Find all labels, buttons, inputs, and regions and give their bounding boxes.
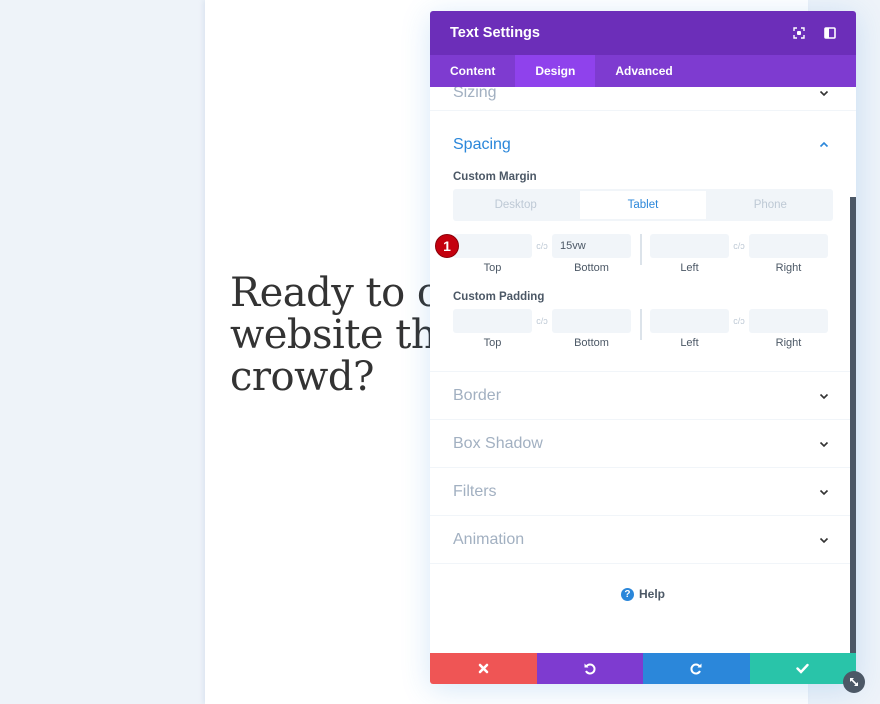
modal-footer [430, 653, 856, 684]
chevron-down-icon [819, 90, 829, 96]
section-box-shadow[interactable]: Box Shadow [430, 420, 856, 468]
section-title: Filters [453, 482, 497, 500]
undo-icon [584, 663, 596, 675]
help-label: Help [638, 587, 665, 601]
padding-left-field: Left [650, 309, 729, 349]
field-label: Top [483, 337, 502, 349]
field-label: Bottom [574, 262, 609, 274]
help-link[interactable]: ? Help [430, 587, 856, 601]
field-label: Left [680, 262, 699, 274]
field-label: Top [483, 262, 502, 274]
margin-bottom-input[interactable] [552, 234, 631, 258]
margin-right-field: Right [749, 234, 828, 274]
section-sizing[interactable]: Sizing [430, 87, 856, 111]
modal-title: Text Settings [450, 25, 540, 41]
resize-handle[interactable] [843, 671, 865, 693]
field-label: Left [680, 337, 699, 349]
padding-left-input[interactable] [650, 309, 729, 333]
link-icon[interactable]: c/ↄ [532, 309, 552, 333]
split-view-icon[interactable] [824, 27, 836, 39]
tab-content[interactable]: Content [430, 55, 515, 87]
field-label: Right [775, 337, 802, 349]
device-tabs: Desktop Tablet Phone [453, 189, 833, 221]
section-title: Animation [453, 530, 525, 548]
device-tab-desktop[interactable]: Desktop [453, 189, 578, 221]
padding-row: Top c/ↄ Bottom Left c/ↄ Right [453, 309, 833, 349]
device-tab-tablet[interactable]: Tablet [578, 189, 708, 221]
step-badge: 1 [435, 234, 459, 258]
chevron-down-icon [819, 537, 829, 543]
custom-margin-label: Custom Margin [453, 171, 537, 183]
chevron-down-icon [819, 441, 829, 447]
link-icon[interactable]: c/ↄ [729, 309, 749, 333]
settings-body: Sizing Spacing Custom Margin Desktop Tab… [430, 87, 856, 653]
padding-bottom-input[interactable] [552, 309, 631, 333]
margin-left-field: Left [650, 234, 729, 274]
field-label: Right [775, 262, 802, 274]
modal-tabs: Content Design Advanced [430, 55, 856, 87]
margin-right-input[interactable] [749, 234, 828, 258]
modal-header[interactable]: Text Settings [430, 11, 856, 55]
section-filters[interactable]: Filters [430, 468, 856, 516]
divider [640, 309, 642, 340]
link-icon[interactable]: c/ↄ [532, 234, 552, 258]
section-title: Box Shadow [453, 434, 543, 452]
checkmark-icon [796, 663, 809, 674]
padding-top-field: Top [453, 309, 532, 349]
padding-right-input[interactable] [749, 309, 828, 333]
chevron-down-icon [819, 489, 829, 495]
chevron-down-icon [819, 393, 829, 399]
help-icon: ? [620, 587, 634, 601]
tab-design[interactable]: Design [515, 55, 596, 87]
headline-text[interactable]: Ready to cr website tha crowd? [230, 272, 460, 398]
section-border[interactable]: Border [430, 372, 856, 420]
margin-top-field: Top [453, 234, 532, 274]
close-icon [478, 663, 489, 674]
divider [640, 234, 642, 265]
focus-mode-icon[interactable] [793, 27, 805, 39]
device-tab-phone[interactable]: Phone [708, 189, 833, 221]
section-title: Border [453, 386, 502, 404]
text-settings-modal: Text Settings Content Design Advanced Si… [430, 11, 856, 684]
padding-right-field: Right [749, 309, 828, 349]
cancel-button[interactable] [430, 653, 537, 684]
save-button[interactable] [749, 653, 856, 684]
margin-row: 1 Top c/ↄ Bottom Left [435, 234, 833, 274]
custom-padding-label: Custom Padding [453, 291, 545, 303]
padding-bottom-field: Bottom [552, 309, 631, 349]
link-icon[interactable]: c/ↄ [729, 234, 749, 258]
tab-advanced[interactable]: Advanced [595, 55, 692, 87]
scrollbar[interactable] [850, 197, 856, 653]
redo-icon [690, 663, 702, 675]
margin-top-input[interactable] [453, 234, 532, 258]
redo-button[interactable] [643, 653, 750, 684]
field-label: Bottom [574, 337, 609, 349]
margin-left-input[interactable] [650, 234, 729, 258]
margin-bottom-field: Bottom [552, 234, 631, 274]
resize-icon [849, 677, 859, 687]
section-spacing[interactable]: Spacing [430, 111, 856, 171]
section-title: Sizing [453, 87, 497, 101]
chevron-up-icon [819, 141, 829, 148]
padding-top-input[interactable] [453, 309, 532, 333]
section-title: Spacing [453, 136, 511, 153]
spacing-panel: Custom Margin Desktop Tablet Phone 1 Top… [430, 171, 856, 372]
undo-button[interactable] [536, 653, 643, 684]
section-animation[interactable]: Animation [430, 516, 856, 564]
